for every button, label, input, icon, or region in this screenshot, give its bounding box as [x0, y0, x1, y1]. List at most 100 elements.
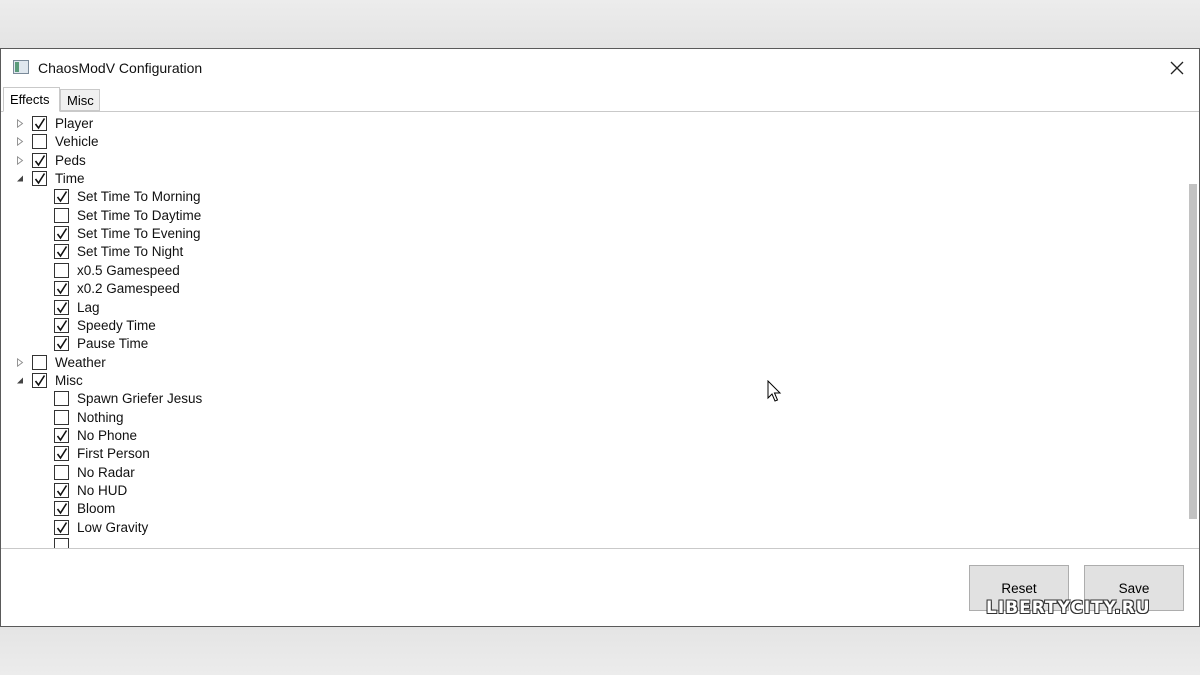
close-icon	[1170, 61, 1184, 75]
checkmark-icon	[34, 154, 46, 167]
tree-item-checkbox[interactable]	[54, 299, 69, 315]
tree-item[interactable]: Peds	[1, 152, 601, 170]
checkmark-icon	[56, 338, 68, 350]
tree-item-checkbox[interactable]	[54, 446, 69, 462]
tree-item-label: Lag	[77, 299, 100, 315]
tree-item[interactable]: No HUD	[1, 482, 601, 500]
vertical-scrollbar-thumb[interactable]	[1189, 184, 1197, 519]
collapsed-triangle-icon[interactable]	[16, 119, 24, 128]
window-title: ChaosModV Configuration	[38, 60, 203, 76]
checkmark-icon	[56, 301, 68, 313]
app-icon	[13, 60, 29, 74]
tree-item[interactable]: Misc	[1, 372, 601, 390]
tree-item-checkbox[interactable]	[54, 207, 69, 223]
tree-item-label: Pause Time	[77, 336, 149, 352]
tree-item-checkbox[interactable]	[32, 152, 47, 168]
checkmark-icon	[56, 319, 68, 332]
tree-item-checkbox[interactable]	[54, 391, 69, 407]
tree-item-checkbox[interactable]	[54, 501, 69, 517]
checkmark-icon	[56, 283, 68, 295]
tree-item-label: Set Time To Morning	[77, 189, 201, 205]
watermark-logo: LIBERTYCITY.RU	[986, 598, 1151, 618]
tree-item-label: Set Time To Daytime	[77, 207, 202, 223]
tree-item-checkbox[interactable]	[54, 538, 69, 548]
collapsed-triangle-icon[interactable]	[16, 137, 24, 147]
close-button[interactable]	[1159, 53, 1195, 83]
desktop-background-bottom	[0, 626, 1200, 675]
collapsed-triangle-icon[interactable]	[16, 357, 24, 367]
tree-item[interactable]: Set Time To Evening	[1, 225, 601, 243]
tree-item[interactable]: x0.5 Gamespeed	[1, 262, 601, 280]
desktop-background-top	[0, 0, 1200, 48]
footer-divider	[1, 548, 1199, 549]
tree-item-label: Low Gravity	[77, 519, 149, 535]
tab-effects[interactable]: Effects	[3, 87, 60, 112]
tree-item[interactable]: x0.2 Gamespeed	[1, 280, 601, 298]
tree-item[interactable]: No Radar	[1, 464, 601, 482]
tree-item-checkbox[interactable]	[54, 464, 69, 480]
tree-item[interactable]: Set Time To Daytime	[1, 207, 601, 225]
tree-item[interactable]: Lag	[1, 299, 601, 317]
tree-item-checkbox[interactable]	[54, 336, 69, 352]
tree-item-checkbox[interactable]	[32, 372, 47, 388]
tree-item-checkbox[interactable]	[54, 226, 69, 242]
tree-item-checkbox[interactable]	[54, 427, 69, 443]
mouse-cursor-icon	[767, 380, 782, 402]
tree-item-label: Vehicle	[55, 134, 99, 150]
tree-item[interactable]: Nothing	[1, 409, 601, 427]
tree-item[interactable]: Set Time To Night	[1, 243, 601, 261]
tree-item-checkbox[interactable]	[54, 483, 69, 498]
tree-item-label: Set Time To Night	[77, 244, 184, 260]
tree-item[interactable]: No Phone	[1, 427, 601, 445]
tree-item-checkbox[interactable]	[32, 171, 47, 187]
tree-item-label: Misc	[55, 372, 83, 388]
tree-item-checkbox[interactable]	[54, 409, 69, 425]
tree-item-checkbox[interactable]	[32, 354, 47, 370]
tree-item-label: Speedy Time	[77, 317, 156, 333]
tree-item[interactable]: Time	[1, 170, 601, 188]
title-bar[interactable]: ChaosModV Configuration	[1, 49, 1199, 87]
config-window: ChaosModV Configuration Effects Misc Pla…	[0, 48, 1200, 627]
tree-item[interactable]: Pause Time	[1, 335, 601, 353]
tree-item[interactable]: Player	[1, 115, 601, 133]
expanded-triangle-icon[interactable]	[16, 376, 24, 385]
tree-item[interactable]: Spawn Griefer Jesus	[1, 390, 601, 408]
tree-item[interactable]: Bloom	[1, 500, 601, 518]
tree-item-checkbox[interactable]	[54, 317, 69, 333]
tab-misc[interactable]: Misc	[60, 89, 100, 111]
tree-item[interactable]: First Person	[1, 445, 601, 463]
tree-item-checkbox[interactable]	[32, 134, 47, 150]
tree-item-label: No Phone	[77, 427, 138, 443]
tree-item[interactable]	[1, 537, 601, 548]
tree-item-label: Peds	[55, 152, 86, 168]
tree-item-label: Set Time To Evening	[77, 226, 201, 242]
checkmark-icon	[56, 228, 68, 240]
checkmark-icon	[56, 503, 68, 515]
checkmark-icon	[56, 521, 68, 534]
checkmark-icon	[34, 118, 46, 130]
tree-item[interactable]: Weather	[1, 354, 601, 372]
checkmark-icon	[56, 246, 68, 258]
tree-item[interactable]: Vehicle	[1, 133, 601, 151]
expanded-triangle-icon[interactable]	[16, 174, 24, 183]
tree-item-checkbox[interactable]	[54, 281, 69, 297]
checkmark-icon	[56, 485, 68, 497]
tree-item[interactable]: Speedy Time	[1, 317, 601, 335]
tree-item-checkbox[interactable]	[54, 189, 69, 205]
checkmark-icon	[56, 191, 68, 203]
tree-item-label: Time	[55, 171, 85, 187]
tree-item-checkbox[interactable]	[54, 519, 69, 535]
tree-item-label: Nothing	[77, 409, 124, 425]
tree-item[interactable]: Low Gravity	[1, 519, 601, 537]
tree-item-label: No Radar	[77, 464, 135, 480]
tree-item-checkbox[interactable]	[54, 244, 69, 260]
checkmark-icon	[56, 448, 68, 460]
tree-item-checkbox[interactable]	[32, 116, 47, 131]
tree-item-label: Weather	[55, 354, 106, 370]
tree-item-label: Player	[55, 116, 94, 131]
tree-item[interactable]: Set Time To Morning	[1, 188, 601, 206]
tree-item-checkbox[interactable]	[54, 262, 69, 278]
collapsed-triangle-icon[interactable]	[16, 155, 24, 165]
checkmark-icon	[56, 430, 68, 442]
tree-item-label: Bloom	[77, 501, 116, 517]
